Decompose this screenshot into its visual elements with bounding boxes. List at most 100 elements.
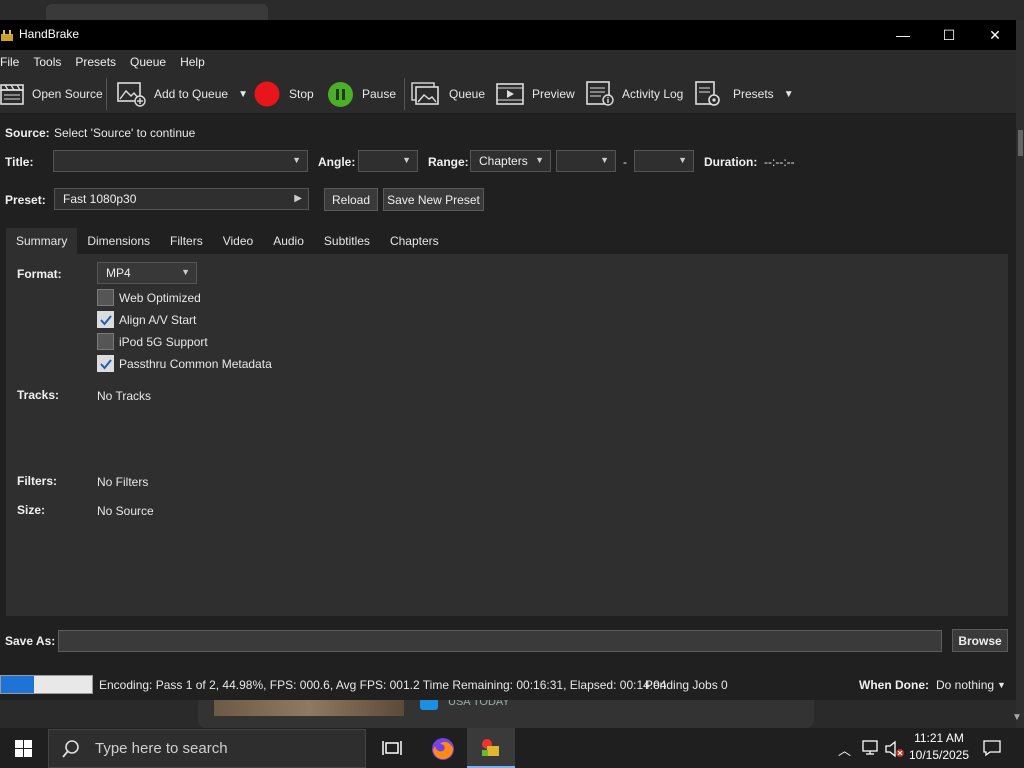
network-icon[interactable] xyxy=(862,740,880,756)
range-separator: - xyxy=(623,155,627,169)
tab-summary[interactable]: Summary xyxy=(6,228,78,254)
preview-button[interactable]: Preview xyxy=(496,74,575,114)
presets-label: Presets xyxy=(733,87,774,101)
save-new-preset-button[interactable]: Save New Preset xyxy=(383,188,484,211)
menu-tools[interactable]: Tools xyxy=(26,55,68,69)
menu-presets[interactable]: Presets xyxy=(68,55,123,69)
tracks-value: No Tracks xyxy=(97,389,152,403)
chevron-down-icon[interactable]: ▼ xyxy=(238,89,248,100)
chevron-down-icon: ▼ xyxy=(535,155,544,165)
reload-button[interactable]: Reload xyxy=(324,188,378,211)
web-optimized-label: Web Optimized xyxy=(119,290,201,305)
range-type-dropdown[interactable]: Chapters ▼ xyxy=(470,150,551,172)
summary-panel xyxy=(6,254,1008,616)
size-value: No Source xyxy=(97,504,154,518)
passthru-metadata-checkbox[interactable] xyxy=(97,355,114,372)
format-value: MP4 xyxy=(106,266,131,280)
close-button[interactable]: ✕ xyxy=(972,20,1018,50)
ipod-5g-support-checkbox[interactable] xyxy=(97,333,114,350)
queue-button[interactable]: Queue xyxy=(411,74,485,114)
source-label: Source: xyxy=(5,126,50,140)
format-dropdown[interactable]: MP4 ▼ xyxy=(97,262,197,284)
browse-button[interactable]: Browse xyxy=(952,629,1008,652)
align-av-start-checkbox[interactable] xyxy=(97,311,114,328)
menu-help[interactable]: Help xyxy=(173,55,212,69)
activity-log-button[interactable]: Activity Log xyxy=(586,74,683,114)
firefox-icon[interactable] xyxy=(430,736,456,762)
angle-label: Angle: xyxy=(318,155,356,169)
task-view-icon[interactable] xyxy=(382,738,402,758)
chevron-down-icon[interactable]: ▼ xyxy=(784,89,794,100)
pause-label: Pause xyxy=(362,87,397,101)
tab-filters[interactable]: Filters xyxy=(160,228,213,254)
checkmark-icon xyxy=(99,358,112,370)
when-done-dropdown[interactable]: Do nothing ▼ xyxy=(936,678,1006,692)
windows-start-icon[interactable] xyxy=(15,740,32,757)
save-as-input[interactable] xyxy=(58,630,942,652)
title-dropdown[interactable]: ▼ xyxy=(53,150,308,172)
minimize-button[interactable]: — xyxy=(880,20,926,50)
scroll-down-arrow-icon[interactable]: ▼ xyxy=(1012,712,1022,723)
encoding-status: Encoding: Pass 1 of 2, 44.98%, FPS: 000.… xyxy=(99,678,667,692)
format-label: Format: xyxy=(17,267,62,281)
when-done-value: Do nothing xyxy=(936,678,995,692)
tracks-label: Tracks: xyxy=(17,388,60,402)
stop-label: Stop xyxy=(289,87,314,101)
search-placeholder: Type here to search xyxy=(95,740,228,757)
verified-check-icon xyxy=(420,700,438,710)
tab-dimensions[interactable]: Dimensions xyxy=(77,228,160,254)
passthru-metadata-option[interactable]: Passthru Common Metadata xyxy=(97,355,272,372)
open-source-button[interactable]: Open Source xyxy=(0,74,103,114)
window-title: HandBrake xyxy=(19,27,80,41)
source-value: Select 'Source' to continue xyxy=(54,126,196,140)
menu-file[interactable]: File xyxy=(0,55,26,69)
tab-strip: Summary Dimensions Filters Video Audio S… xyxy=(6,228,449,254)
chevron-down-icon: ▼ xyxy=(292,155,301,165)
menu-bar: File Tools Presets Queue Help xyxy=(0,50,1016,74)
angle-dropdown[interactable]: ▼ xyxy=(358,150,418,172)
web-optimized-checkbox[interactable] xyxy=(97,289,114,306)
range-type-value: Chapters xyxy=(479,154,528,168)
taskbar-search-box[interactable]: Type here to search xyxy=(48,729,366,768)
stop-button[interactable]: Stop xyxy=(253,74,314,114)
volume-muted-icon[interactable] xyxy=(885,740,905,758)
range-end-dropdown[interactable]: ▼ xyxy=(634,150,694,172)
taskbar-handbrake-button[interactable] xyxy=(467,728,515,768)
menu-queue[interactable]: Queue xyxy=(123,55,173,69)
browser-tab-background xyxy=(46,4,268,20)
notifications-icon[interactable] xyxy=(982,739,1002,757)
tab-audio[interactable]: Audio xyxy=(263,228,314,254)
tray-clock[interactable]: 11:21 AM 10/15/2025 xyxy=(908,731,970,762)
range-start-dropdown[interactable]: ▼ xyxy=(556,150,616,172)
size-label: Size: xyxy=(17,503,46,517)
pause-button[interactable]: Pause xyxy=(327,74,396,114)
add-to-queue-label: Add to Queue xyxy=(154,87,229,101)
tray-time: 11:21 AM xyxy=(914,731,964,745)
tab-subtitles[interactable]: Subtitles xyxy=(314,228,380,254)
encode-progress-fill xyxy=(1,676,34,693)
background-scrollbar-thumb[interactable] xyxy=(1018,130,1023,156)
ipod-5g-support-option[interactable]: iPod 5G Support xyxy=(97,333,208,350)
maximize-button[interactable]: ☐ xyxy=(926,20,972,50)
tab-chapters[interactable]: Chapters xyxy=(380,228,449,254)
chevron-down-icon: ▼ xyxy=(997,680,1006,690)
range-label: Range: xyxy=(428,155,469,169)
chevron-down-icon: ▼ xyxy=(181,267,190,277)
handbrake-taskbar-icon xyxy=(482,739,499,756)
align-av-start-option[interactable]: Align A/V Start xyxy=(97,311,196,328)
web-optimized-option[interactable]: Web Optimized xyxy=(97,289,201,306)
pending-jobs: Pending Jobs 0 xyxy=(645,678,728,692)
presets-button[interactable]: Presets ▼ xyxy=(695,74,794,114)
preset-selector[interactable]: Fast 1080p30 ▶ xyxy=(54,188,309,210)
title-label: Title: xyxy=(5,155,34,169)
add-to-queue-button[interactable]: Add to Queue ▼ xyxy=(116,74,248,114)
background-news-photo xyxy=(214,700,404,716)
film-preview-icon xyxy=(496,83,524,105)
background-scrollbar[interactable] xyxy=(1016,20,1024,728)
duration-label: Duration: xyxy=(704,155,758,169)
preset-value: Fast 1080p30 xyxy=(63,192,137,206)
tab-video[interactable]: Video xyxy=(213,228,263,254)
filters-label: Filters: xyxy=(17,474,58,488)
tray-overflow-chevron-icon[interactable]: ︿ xyxy=(838,740,851,759)
handbrake-app-icon xyxy=(1,30,13,41)
